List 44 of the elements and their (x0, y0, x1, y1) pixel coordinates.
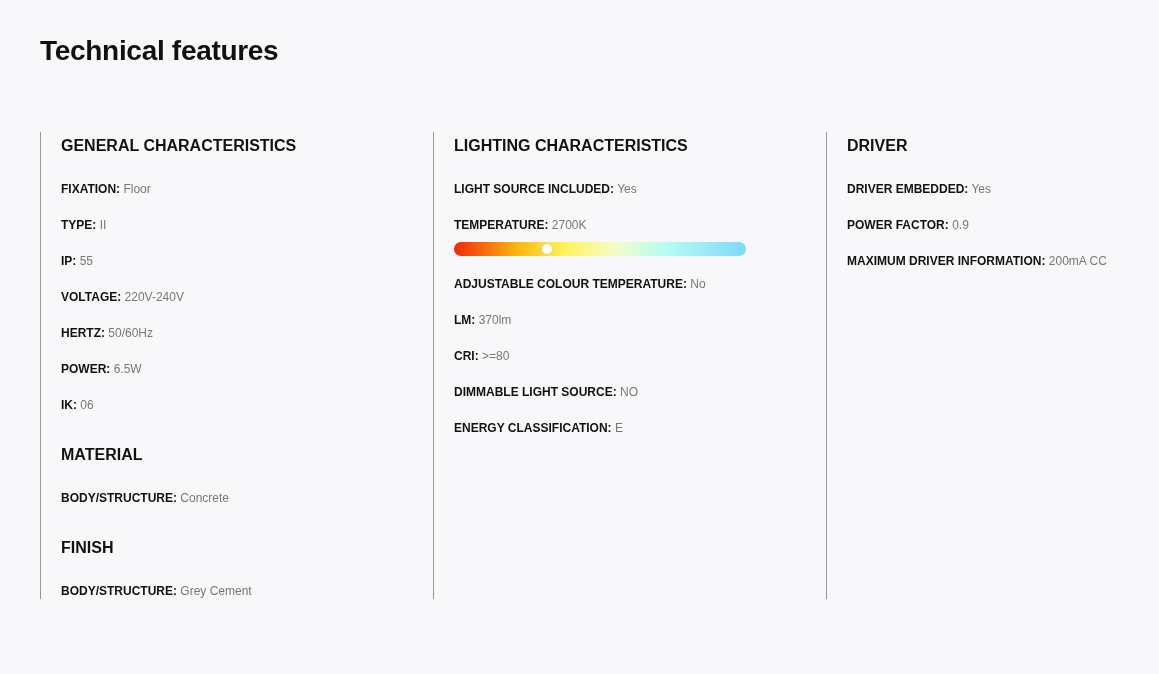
spec-label: ENERGY CLASSIFICATION: (454, 420, 612, 435)
spec-label: BODY/STRUCTURE: (61, 490, 177, 505)
spec-value: 06 (80, 397, 94, 412)
spec-value: 370lm (478, 312, 512, 327)
spec-label: MAXIMUM DRIVER INFORMATION: (847, 253, 1046, 268)
spec-value: Grey Cement (180, 583, 252, 598)
spec-label: CRI: (454, 348, 479, 363)
spec-value: 6.5W (113, 361, 142, 376)
section-heading: LIGHTING CHARACTERISTICS (454, 135, 689, 156)
section-heading: MATERIAL (61, 444, 144, 465)
spec-label: LM: (454, 312, 476, 327)
spec-value: 200mA CC (1048, 253, 1107, 268)
spec-label: VOLTAGE: (61, 289, 122, 304)
spec-label: BODY/STRUCTURE: (61, 583, 177, 598)
spec-label: DRIVER EMBEDDED: (847, 181, 969, 196)
spec-label: TYPE: (61, 217, 97, 232)
spec-value: Yes (617, 181, 637, 196)
spec-value: 2700K (551, 217, 587, 232)
spec-label: TEMPERATURE: (454, 217, 549, 232)
spec-value: E (614, 420, 623, 435)
spec-value: No (690, 276, 706, 291)
spec-value: 55 (79, 253, 94, 268)
spec-label: IK: (61, 397, 77, 412)
spec-value: NO (620, 384, 638, 399)
spec-label: DIMMABLE LIGHT SOURCE: (454, 384, 617, 399)
page-title: Technical features (40, 34, 280, 68)
spec-label: FIXATION: (61, 181, 121, 196)
spec-label: HERTZ: (61, 325, 105, 340)
spec-value: II (99, 217, 107, 232)
section-heading: DRIVER (847, 135, 909, 156)
section-heading: GENERAL CHARACTERISTICS (61, 135, 298, 156)
spec-value: >=80 (482, 348, 510, 363)
spec-label: IP: (61, 253, 77, 268)
spec-value: Floor (123, 181, 151, 196)
spec-label: ADJUSTABLE COLOUR TEMPERATURE: (454, 276, 687, 291)
spec-value: Yes (971, 181, 992, 196)
spec-value: 0.9 (952, 217, 969, 232)
section-heading: FINISH (61, 537, 115, 558)
spec-label: LIGHT SOURCE INCLUDED: (454, 181, 614, 196)
spec-label: POWER FACTOR: (847, 217, 949, 232)
spec-label: POWER: (61, 361, 111, 376)
spec-value: 50/60Hz (108, 325, 154, 340)
spec-value: 220V-240V (124, 289, 184, 304)
spec-value: Concrete (180, 490, 230, 505)
